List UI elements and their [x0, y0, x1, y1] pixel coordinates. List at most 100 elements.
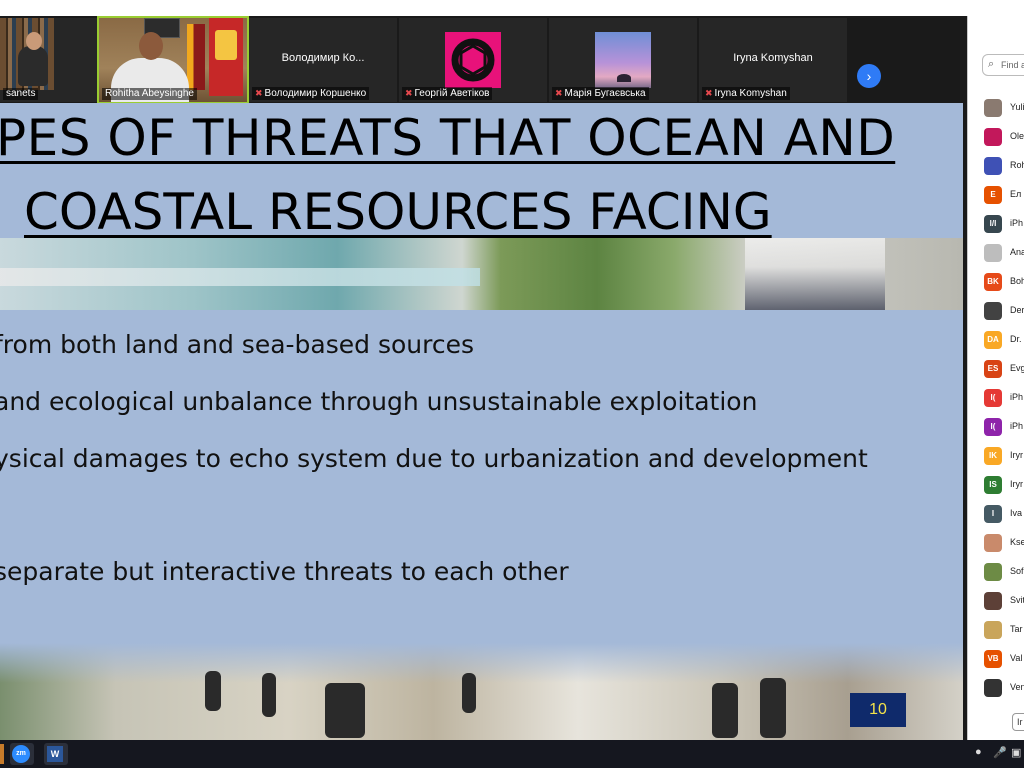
- participant-row[interactable]: Tar: [984, 619, 1024, 641]
- zoom-icon: zm: [12, 745, 30, 763]
- participant-row[interactable]: I( iPh: [984, 387, 1024, 409]
- participant-avatar: IK: [984, 447, 1002, 465]
- participant-video-strip: sanets Rohitha Abeysinghe Володимир Ко..…: [0, 16, 967, 104]
- participant-name: Der: [1010, 305, 1024, 315]
- participant-name: Ana: [1010, 247, 1024, 257]
- bullet-item: ysical damages to echo system due to urb…: [0, 444, 868, 473]
- video-tile-name: ✖ Марія Бугаєвська: [552, 87, 649, 100]
- participant-name: Yuli: [1010, 102, 1024, 112]
- video-tile-name: ✖ Георгій Аветіков: [402, 87, 493, 100]
- participant-row[interactable]: IK Iryr: [984, 445, 1024, 467]
- participant-row[interactable]: I/I iPh: [984, 213, 1024, 235]
- participant-row[interactable]: Roh: [984, 155, 1024, 177]
- video-tile-active-speaker[interactable]: Rohitha Abeysinghe: [97, 16, 249, 104]
- window-top-strip: [0, 0, 1024, 16]
- slide-title-line: PES OF THREATS THAT OCEAN AND: [0, 109, 896, 167]
- muted-mic-icon: ✖: [255, 88, 263, 98]
- participant-search-input[interactable]: ⌕ Find a: [982, 54, 1024, 76]
- participant-avatar: [984, 302, 1002, 320]
- video-tile-name: ✖ Володимир Коршенко: [252, 87, 370, 100]
- person-figure: [325, 683, 365, 738]
- muted-mic-icon: ✖: [405, 88, 413, 98]
- participant-row[interactable]: VB Val: [984, 648, 1024, 670]
- video-tile-center-name: Володимир Ко...: [281, 52, 365, 64]
- flag-image: [187, 24, 205, 90]
- participant-row[interactable]: IS Iryr: [984, 474, 1024, 496]
- participant-row[interactable]: ES Evg: [984, 358, 1024, 380]
- participant-name: Dr.: [1010, 334, 1022, 344]
- aperture-logo-icon: [451, 38, 495, 82]
- participant-row[interactable]: Ven: [984, 677, 1024, 699]
- participant-row[interactable]: I( iPh: [984, 416, 1024, 438]
- video-tile[interactable]: sanets: [0, 18, 98, 102]
- video-tile[interactable]: Володимир Ко... ✖ Володимир Коршенко: [249, 18, 397, 102]
- participant-row[interactable]: Yuli: [984, 97, 1024, 119]
- bullet-item: and ecological unbalance through unsusta…: [0, 387, 758, 416]
- person-figure: [262, 673, 276, 717]
- beach-cleanup-photo: [0, 643, 963, 740]
- participant-name: Tar: [1010, 624, 1023, 634]
- participant-name: Boh: [1010, 276, 1024, 286]
- video-tile-name: ✖ Iryna Komyshan: [702, 87, 790, 100]
- participant-avatar: E: [984, 186, 1002, 204]
- zoom-taskbar-button[interactable]: zm: [10, 743, 34, 765]
- participant-avatar: [984, 157, 1002, 175]
- participant-row[interactable]: Sof: [984, 561, 1024, 583]
- participant-avatar: I(: [984, 418, 1002, 436]
- profile-picture-logo: [445, 32, 501, 88]
- camera-icon[interactable]: ▣: [1011, 746, 1021, 759]
- muted-mic-icon: ✖: [705, 88, 713, 98]
- participant-row[interactable]: I Iva: [984, 503, 1024, 525]
- video-tile[interactable]: ✖ Георгій Аветіков: [399, 18, 547, 102]
- video-tile[interactable]: ✖ Марія Бугаєвська: [549, 18, 697, 102]
- search-placeholder: Find a: [1001, 60, 1024, 70]
- participant-name: Iryr: [1010, 450, 1023, 460]
- participant-avatar: I(: [984, 389, 1002, 407]
- participant-row[interactable]: Ole: [984, 126, 1024, 148]
- slide-page-number: 10: [850, 693, 906, 727]
- participant-name: Iryr: [1010, 479, 1023, 489]
- participant-avatar: IS: [984, 476, 1002, 494]
- participant-name: iPh: [1010, 421, 1024, 431]
- invite-button[interactable]: Ir: [1012, 713, 1024, 731]
- participant-name: Roh: [1010, 160, 1024, 170]
- video-tile-name: sanets: [3, 88, 39, 100]
- participant-name: Sof: [1010, 566, 1024, 576]
- slide-bullet-list: from both land and sea-based sources and…: [0, 310, 963, 643]
- participant-name: Ole: [1010, 131, 1024, 141]
- video-tile-center-name: Iryna Komyshan: [733, 52, 813, 64]
- participant-avatar: ES: [984, 360, 1002, 378]
- chevron-right-icon[interactable]: ›: [857, 64, 881, 88]
- zoom-tray-icon[interactable]: ●: [975, 746, 982, 758]
- windows-taskbar: zm W ● 🎤 ▣: [0, 740, 1024, 768]
- participant-name: Val: [1010, 653, 1023, 663]
- search-icon: ⌕: [988, 58, 995, 70]
- video-tile-name: Rohitha Abeysinghe: [102, 88, 197, 100]
- bullet-item: separate but interactive threats to each…: [0, 557, 569, 586]
- video-tile[interactable]: Iryna Komyshan ✖ Iryna Komyshan: [699, 18, 847, 102]
- word-icon: W: [47, 746, 63, 762]
- participant-row[interactable]: Svit: [984, 590, 1024, 612]
- zoom-meeting-window: sanets Rohitha Abeysinghe Володимир Ко..…: [0, 0, 1024, 768]
- bullet-item: from both land and sea-based sources: [0, 330, 474, 359]
- microphone-icon[interactable]: 🎤: [993, 746, 1007, 759]
- slide-title-line: COASTAL RESOURCES FACING: [24, 183, 772, 241]
- participant-name: iPh: [1010, 392, 1024, 402]
- taskbar-edge: [0, 744, 4, 764]
- person-figure: [712, 683, 738, 738]
- flag-image: [209, 18, 243, 96]
- participant-row[interactable]: Kse: [984, 532, 1024, 554]
- participant-row[interactable]: Ana: [984, 242, 1024, 264]
- word-taskbar-button[interactable]: W: [44, 743, 68, 765]
- participant-avatar: DA: [984, 331, 1002, 349]
- person-figure: [760, 678, 786, 738]
- participant-name: Ел: [1010, 189, 1022, 199]
- participant-avatar: BK: [984, 273, 1002, 291]
- participant-row[interactable]: E Ел: [984, 184, 1024, 206]
- person-figure: [205, 671, 221, 711]
- coastal-photo-banner: [0, 238, 963, 310]
- participant-name: iPh: [1010, 218, 1024, 228]
- participant-row[interactable]: BK Boh: [984, 271, 1024, 293]
- participant-row[interactable]: DA Dr.: [984, 329, 1024, 351]
- participant-row[interactable]: Der: [984, 300, 1024, 322]
